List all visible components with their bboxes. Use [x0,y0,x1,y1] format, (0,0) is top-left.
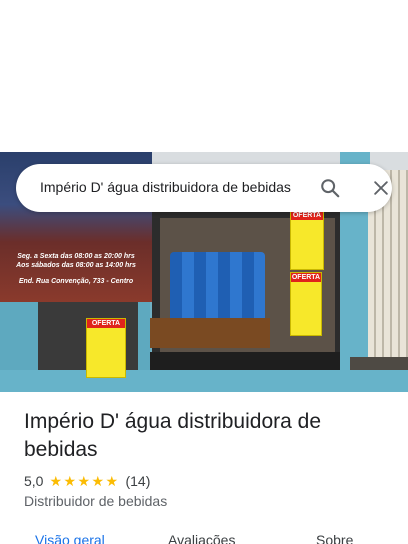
tab-overview[interactable]: Visão geral [35,532,105,544]
search-button[interactable] [318,176,342,200]
rating-row[interactable]: 5,0 ★ ★ ★ ★ ★ (14) [24,472,150,490]
photo-offer-sign-label: OFERTA [87,319,125,328]
rating-value: 5,0 [24,473,44,489]
rating-stars: ★ ★ ★ ★ ★ [49,472,119,489]
star-icon: ★ [91,472,105,489]
star-icon: ★ [63,472,77,489]
photo-banner-hours-weekday: Seg. a Sexta das 08:00 as 20:00 hrs [17,253,135,260]
photo-banner-address: End. Rua Convenção, 733 - Centro [18,278,134,285]
search-bar[interactable]: Império D' água distribuidora de bebidas [16,164,392,212]
photo-banner-hours-saturday: Aos sábados das 08:00 as 14:00 hrs [16,262,136,269]
place-title: Império D' água distribuidora de bebidas [24,410,322,461]
search-icon [321,179,340,198]
tab-about[interactable]: Sobre [316,532,353,544]
close-icon [374,181,388,195]
place-tabs: Visão geral Avaliações Sobre [0,530,408,544]
tab-reviews[interactable]: Avaliações [168,532,235,544]
top-blank-area [0,0,408,152]
clear-search-button[interactable] [369,176,393,200]
photo-ground [0,370,408,392]
photo-banner-hours: Seg. a Sexta das 08:00 as 20:00 hrs Aos … [4,252,148,270]
star-icon: ★ [49,472,63,489]
photo-offer-sign: OFERTA [290,210,324,270]
photo-pallet [150,318,270,348]
star-icon: ★ [77,472,91,489]
photo-offer-sign: OFERTA [290,272,322,336]
review-count[interactable]: (14) [125,473,150,489]
search-input[interactable]: Império D' água distribuidora de bebidas [40,179,302,199]
photo-offer-sign-label: OFERTA [291,273,321,282]
star-icon: ★ [105,472,119,489]
photo-offer-sign-label: OFERTA [291,211,323,220]
place-category[interactable]: Distribuidor de bebidas [24,493,167,509]
photo-offer-sign: OFERTA [86,318,126,378]
